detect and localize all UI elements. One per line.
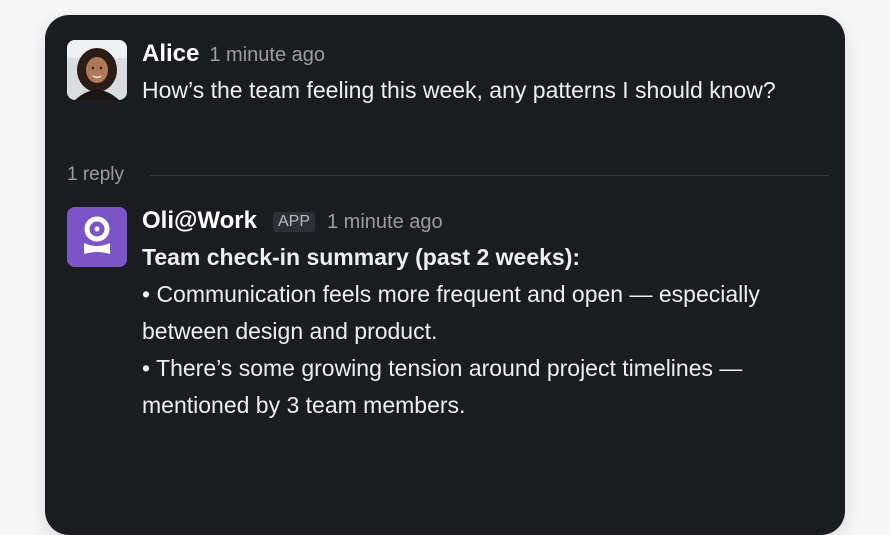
reply-divider [150,174,829,176]
oli-bot-icon[interactable] [67,207,127,267]
message-alice: Alice 1 minute ago How’s the team feelin… [67,40,829,109]
summary-bullet: • Communication feels more frequent and … [142,281,760,344]
user-avatar-icon[interactable] [67,40,127,100]
timestamp[interactable]: 1 minute ago [327,211,443,234]
message-text: Team check-in summary (past 2 weeks): • … [142,239,829,424]
app-badge: APP [272,212,315,232]
reply-count-link[interactable]: 1 reply [67,164,124,186]
timestamp[interactable]: 1 minute ago [209,44,325,67]
author-name[interactable]: Alice [142,40,199,68]
message-text: How’s the team feeling this week, any pa… [142,77,776,103]
summary-heading: Team check-in summary (past 2 weeks): [142,244,581,270]
author-name[interactable]: Oli@Work [142,207,257,235]
reply-count-row: 1 reply [67,162,829,188]
message-oli: Oli@Work APP 1 minute ago Team check-in … [67,207,829,424]
summary-bullet: • There’s some growing tension around pr… [142,355,743,418]
thread-panel: Alice 1 minute ago How’s the team feelin… [45,15,845,535]
